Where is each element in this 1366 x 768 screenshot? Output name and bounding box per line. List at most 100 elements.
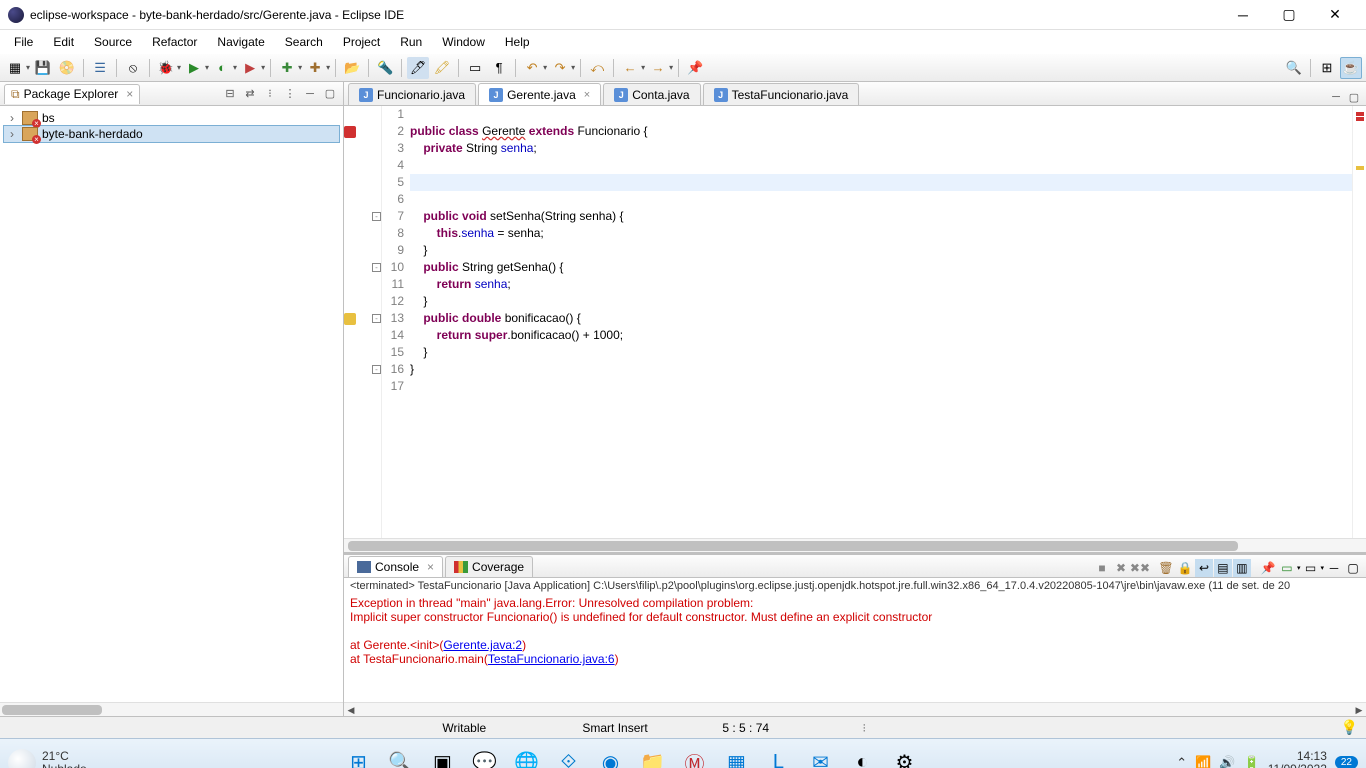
menu-navigate[interactable]: Navigate bbox=[207, 33, 274, 51]
close-icon[interactable]: × bbox=[126, 87, 133, 101]
warning-gutter-icon[interactable] bbox=[344, 313, 356, 325]
tree-item-byte-bank[interactable]: › byte-bank-herdado bbox=[4, 126, 339, 142]
gutter[interactable]: - - - - bbox=[344, 106, 382, 538]
editor-tab[interactable]: JTestaFuncionario.java bbox=[703, 83, 860, 105]
save-all-button[interactable]: 📀 bbox=[56, 57, 78, 79]
explorer-icon[interactable]: 📁 bbox=[634, 745, 670, 768]
weather-widget[interactable]: 21°C Nublado bbox=[8, 749, 87, 768]
prev-annotation-button[interactable]: ↶ bbox=[521, 57, 543, 79]
coverage-button[interactable]: ◐ bbox=[211, 57, 233, 79]
terminate-button[interactable]: ■ bbox=[1093, 559, 1111, 577]
scroll-lock-button[interactable]: 🔒 bbox=[1176, 559, 1194, 577]
collapse-all-button[interactable]: ⊟ bbox=[221, 85, 239, 103]
pin-editor-button[interactable]: 📌 bbox=[684, 57, 706, 79]
twisty-icon[interactable]: › bbox=[6, 111, 18, 125]
minimize-editor-button[interactable]: ─ bbox=[1328, 89, 1344, 105]
chrome-icon[interactable]: 🌐 bbox=[508, 745, 544, 768]
eclipse-taskbar-icon[interactable]: ◐ bbox=[844, 745, 880, 768]
menu-window[interactable]: Window bbox=[432, 33, 495, 51]
show-whitespace-button[interactable]: ¶ bbox=[488, 57, 510, 79]
editor-tab[interactable]: JFuncionario.java bbox=[348, 83, 476, 105]
link-editor-button[interactable]: ⇄ bbox=[241, 85, 259, 103]
prev-edit-button[interactable]: ⤺ bbox=[586, 57, 608, 79]
error-gutter-icon[interactable] bbox=[344, 126, 356, 138]
overview-ruler[interactable] bbox=[1352, 106, 1366, 538]
editor-tab[interactable]: JGerente.java× bbox=[478, 83, 601, 105]
close-tab-icon[interactable]: × bbox=[584, 89, 590, 101]
battery-icon[interactable]: 🔋 bbox=[1244, 755, 1260, 768]
search-access-button[interactable]: 🔍 bbox=[1283, 57, 1305, 79]
coverage-tab[interactable]: Coverage bbox=[445, 556, 533, 577]
scroll-left-icon[interactable]: ◀ bbox=[344, 703, 358, 717]
fold-icon[interactable]: - bbox=[372, 314, 381, 323]
sidebar-hscroll[interactable] bbox=[0, 702, 343, 716]
stack-link[interactable]: Gerente.java:2 bbox=[443, 638, 522, 652]
save-button[interactable]: 💾 bbox=[32, 57, 54, 79]
new-button[interactable]: ▦ bbox=[4, 57, 26, 79]
toggle-breadcrumb-button[interactable]: ☰ bbox=[89, 57, 111, 79]
stack-link[interactable]: TestaFuncionario.java:6 bbox=[488, 652, 615, 666]
editor-hscroll[interactable] bbox=[344, 538, 1366, 552]
show-std-out-button[interactable]: ▤ bbox=[1214, 559, 1232, 577]
forward-button[interactable]: → bbox=[647, 57, 669, 79]
console-hscroll[interactable]: ◀ ▶ bbox=[344, 702, 1366, 716]
code-editor[interactable]: ---- 1234567891011121314151617 public cl… bbox=[344, 106, 1366, 538]
mcafee-icon[interactable]: Ⓜ bbox=[676, 745, 712, 768]
menu-source[interactable]: Source bbox=[84, 33, 142, 51]
project-tree[interactable]: › bs › byte-bank-herdado bbox=[0, 106, 343, 702]
tree-item-bs[interactable]: › bs bbox=[4, 110, 339, 126]
block-selection-button[interactable]: ▭ bbox=[464, 57, 486, 79]
menu-project[interactable]: Project bbox=[333, 33, 390, 51]
menu-file[interactable]: File bbox=[4, 33, 43, 51]
chat-button[interactable]: 💬 bbox=[466, 745, 502, 768]
notification-badge[interactable]: 22 bbox=[1335, 756, 1358, 768]
wifi-icon[interactable]: 📶 bbox=[1195, 755, 1211, 768]
settings-icon[interactable]: ⚙ bbox=[886, 745, 922, 768]
pin-console-button[interactable]: 📌 bbox=[1259, 559, 1277, 577]
run-last-button[interactable]: ▶ bbox=[239, 57, 261, 79]
minimize-console-button[interactable]: ─ bbox=[1325, 559, 1343, 577]
twisty-icon[interactable]: › bbox=[6, 127, 18, 141]
open-type-button[interactable]: 📂 bbox=[341, 57, 363, 79]
menu-help[interactable]: Help bbox=[495, 33, 540, 51]
error-marker[interactable] bbox=[1356, 112, 1364, 116]
close-icon[interactable]: × bbox=[427, 560, 434, 574]
minimize-button[interactable]: ─ bbox=[1220, 0, 1266, 30]
remove-launch-button[interactable]: ✖ bbox=[1112, 559, 1130, 577]
code-content[interactable]: public class Gerente extends Funcionario… bbox=[410, 106, 1352, 538]
new-java-button[interactable]: ✚ bbox=[276, 57, 298, 79]
warning-marker[interactable] bbox=[1356, 166, 1364, 170]
app-icon[interactable]: L bbox=[760, 745, 796, 768]
open-console-button[interactable]: ▭ bbox=[1301, 559, 1319, 577]
mail-icon[interactable]: ✉ bbox=[802, 745, 838, 768]
fold-icon[interactable]: - bbox=[372, 263, 381, 272]
maximize-console-button[interactable]: ▢ bbox=[1344, 559, 1362, 577]
clear-console-button[interactable]: 🗑 bbox=[1157, 559, 1175, 577]
word-wrap-button[interactable]: ↩ bbox=[1195, 559, 1213, 577]
editor-tab[interactable]: JConta.java bbox=[603, 83, 700, 105]
menu-refactor[interactable]: Refactor bbox=[142, 33, 207, 51]
new-package-button[interactable]: ✚ bbox=[304, 57, 326, 79]
fold-icon[interactable]: - bbox=[372, 212, 381, 221]
fold-icon[interactable]: - bbox=[372, 365, 381, 374]
maximize-editor-button[interactable]: ▢ bbox=[1346, 89, 1362, 105]
search-button[interactable]: 🔦 bbox=[374, 57, 396, 79]
console-tab[interactable]: Console × bbox=[348, 556, 443, 577]
search-taskbar-button[interactable]: 🔍 bbox=[382, 745, 418, 768]
view-menu-button[interactable]: ⋮ bbox=[281, 85, 299, 103]
menu-search[interactable]: Search bbox=[275, 33, 333, 51]
java-perspective-button[interactable]: ☕ bbox=[1340, 57, 1362, 79]
minimize-view-button[interactable]: ─ bbox=[301, 85, 319, 103]
volume-icon[interactable]: 🔊 bbox=[1219, 755, 1235, 768]
close-button[interactable]: ✕ bbox=[1312, 0, 1358, 30]
focus-button[interactable]: ⁝ bbox=[261, 85, 279, 103]
clock[interactable]: 14:13 11/09/2022 bbox=[1268, 750, 1327, 768]
display-console-button[interactable]: ▭ bbox=[1278, 559, 1296, 577]
start-button[interactable]: ⊞ bbox=[340, 745, 376, 768]
toggle-mark-button[interactable]: 🖊 bbox=[407, 57, 429, 79]
console-output[interactable]: Exception in thread "main" java.lang.Err… bbox=[344, 594, 1366, 702]
package-explorer-tab[interactable]: ⧉ Package Explorer × bbox=[4, 84, 140, 104]
mark-occurrences-button[interactable]: 🖍 bbox=[431, 57, 453, 79]
back-button[interactable]: ← bbox=[619, 57, 641, 79]
scroll-right-icon[interactable]: ▶ bbox=[1352, 703, 1366, 717]
